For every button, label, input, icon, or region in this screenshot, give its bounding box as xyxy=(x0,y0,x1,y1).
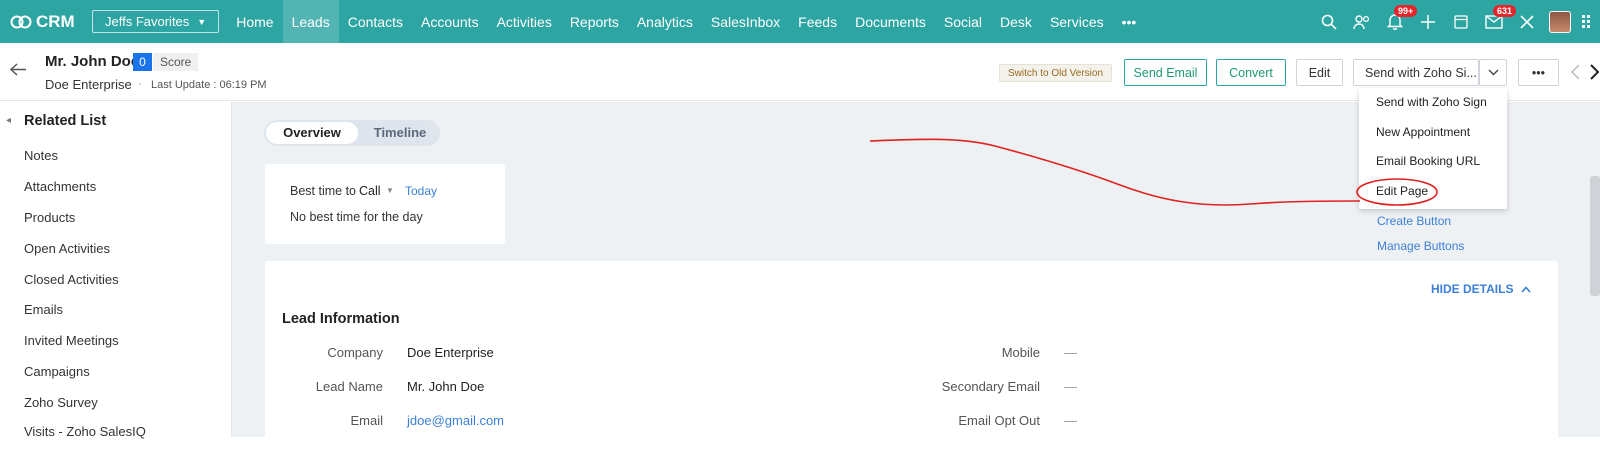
separator-dot: · xyxy=(138,76,142,90)
tab-activities[interactable]: Activities xyxy=(488,0,561,43)
tab-timeline[interactable]: Timeline xyxy=(362,122,438,144)
caret-down-icon[interactable]: ▼ xyxy=(386,186,394,195)
tab-analytics[interactable]: Analytics xyxy=(628,0,702,43)
field-value-email[interactable]: jdoe@gmail.com xyxy=(407,413,504,428)
score-value: 0 xyxy=(133,53,152,71)
tab-home[interactable]: Home xyxy=(227,0,282,43)
field-label-email-opt-out: Email Opt Out xyxy=(958,413,1040,428)
switch-old-version-button[interactable]: Switch to Old Version xyxy=(999,64,1112,82)
page-scrollbar[interactable] xyxy=(1590,176,1600,296)
search-icon[interactable] xyxy=(1312,0,1345,43)
field-label-mobile: Mobile xyxy=(1001,345,1040,360)
top-navigation: CRM Jeffs Favorites ▼ Home Leads Contact… xyxy=(0,0,1600,43)
tools-icon[interactable] xyxy=(1510,0,1543,43)
collapse-sidebar-icon[interactable]: ◂ xyxy=(6,115,11,126)
utility-icons: 99+ 631 xyxy=(1312,0,1600,43)
best-time-mode-select[interactable]: Call xyxy=(359,184,381,198)
bell-icon[interactable]: 99+ xyxy=(1378,0,1418,43)
more-tabs-button[interactable]: ••• xyxy=(1113,0,1146,43)
sidebar-item-campaigns[interactable]: Campaigns xyxy=(24,364,90,379)
view-toggle: Overview Timeline xyxy=(264,120,440,146)
field-label-company: Company xyxy=(327,345,383,360)
field-value-secondary-email[interactable]: — xyxy=(1064,379,1077,394)
score-label: Score xyxy=(153,53,199,71)
field-value-mobile[interactable]: — xyxy=(1064,345,1077,360)
send-email-button[interactable]: Send Email xyxy=(1124,59,1207,86)
next-record-icon[interactable] xyxy=(1590,64,1600,85)
chevron-up-icon xyxy=(1521,286,1531,293)
field-label-secondary-email: Secondary Email xyxy=(941,379,1040,394)
module-tabs: Home Leads Contacts Accounts Activities … xyxy=(227,0,1145,43)
sidebar-item-products[interactable]: Products xyxy=(24,210,75,225)
mail-icon[interactable]: 631 xyxy=(1477,0,1517,43)
field-label-lead-name: Lead Name xyxy=(315,379,383,394)
menu-item-edit-page[interactable]: Edit Page xyxy=(1376,184,1428,198)
related-list-sidebar: ◂ Related List Notes Attachments Product… xyxy=(0,102,232,439)
field-label-email: Email xyxy=(350,413,383,428)
last-update: Last Update : 06:19 PM xyxy=(151,79,267,91)
sidebar-item-emails[interactable]: Emails xyxy=(24,302,63,317)
field-value-lead-name[interactable]: Mr. John Doe xyxy=(407,379,484,394)
edit-button[interactable]: Edit xyxy=(1296,59,1343,86)
sidebar-item-open-activities[interactable]: Open Activities xyxy=(24,241,110,256)
previous-record-icon[interactable] xyxy=(1570,64,1580,85)
menu-item-new-appointment[interactable]: New Appointment xyxy=(1376,125,1470,139)
convert-button[interactable]: Convert xyxy=(1216,59,1286,86)
record-company: Doe Enterprise xyxy=(45,77,132,92)
best-time-empty-message: No best time for the day xyxy=(290,210,423,224)
avatar[interactable] xyxy=(1543,0,1576,43)
crm-logo-icon xyxy=(10,15,32,28)
chevron-down-icon xyxy=(1488,69,1498,76)
lead-information-title: Lead Information xyxy=(282,311,400,327)
more-actions-menu: Send with Zoho Sign New Appointment Emai… xyxy=(1359,88,1507,209)
menu-item-email-booking-url[interactable]: Email Booking URL xyxy=(1376,154,1480,168)
tab-leads[interactable]: Leads xyxy=(282,0,339,43)
sidebar-item-invited-meetings[interactable]: Invited Meetings xyxy=(24,333,119,348)
field-value-company[interactable]: Doe Enterprise xyxy=(407,345,494,360)
hide-details-button[interactable]: HIDE DETAILS xyxy=(1431,282,1531,296)
hide-details-label: HIDE DETAILS xyxy=(1431,282,1514,296)
best-time-label: Best time to xyxy=(290,184,356,198)
sidebar-item-attachments[interactable]: Attachments xyxy=(24,179,96,194)
more-options-button[interactable]: ••• xyxy=(1518,59,1559,86)
more-actions-dropdown-button[interactable] xyxy=(1479,59,1507,86)
tab-documents[interactable]: Documents xyxy=(846,0,935,43)
best-time-day-link[interactable]: Today xyxy=(405,184,437,198)
tab-reports[interactable]: Reports xyxy=(561,0,628,43)
tab-contacts[interactable]: Contacts xyxy=(339,0,412,43)
sidebar-item-notes[interactable]: Notes xyxy=(24,148,58,163)
contacts-icon[interactable] xyxy=(1345,0,1378,43)
tab-salesinbox[interactable]: SalesInbox xyxy=(702,0,789,43)
plus-icon[interactable] xyxy=(1411,0,1444,43)
tab-services[interactable]: Services xyxy=(1041,0,1113,43)
record-title: Mr. John Doe xyxy=(45,53,140,70)
sidebar-item-closed-activities[interactable]: Closed Activities xyxy=(24,272,119,287)
tab-accounts[interactable]: Accounts xyxy=(412,0,488,43)
apps-grid-icon[interactable] xyxy=(1576,0,1600,43)
related-list-title: Related List xyxy=(24,113,107,129)
tab-feeds[interactable]: Feeds xyxy=(789,0,846,43)
back-arrow-icon[interactable] xyxy=(9,63,27,81)
avatar-image xyxy=(1548,10,1571,33)
tab-social[interactable]: Social xyxy=(935,0,991,43)
send-with-zoho-sign-button[interactable]: Send with Zoho Si... xyxy=(1353,59,1479,86)
app-name: CRM xyxy=(36,11,75,31)
crm-logo[interactable]: CRM xyxy=(0,12,88,32)
field-value-email-opt-out[interactable]: — xyxy=(1064,413,1077,428)
sidebar-item-zoho-survey[interactable]: Zoho Survey xyxy=(24,395,98,410)
manage-buttons-link[interactable]: Manage Buttons xyxy=(1377,239,1464,253)
best-time-card xyxy=(265,164,505,244)
calendar-icon[interactable] xyxy=(1444,0,1477,43)
favorites-dropdown[interactable]: Jeffs Favorites ▼ xyxy=(92,10,220,33)
tab-desk[interactable]: Desk xyxy=(991,0,1041,43)
create-button-link[interactable]: Create Button xyxy=(1377,214,1451,228)
tab-overview[interactable]: Overview xyxy=(266,122,358,144)
favorites-label: Jeffs Favorites xyxy=(105,14,190,29)
caret-down-icon: ▼ xyxy=(197,16,207,27)
menu-item-send-with-zoho-sign[interactable]: Send with Zoho Sign xyxy=(1376,95,1487,109)
